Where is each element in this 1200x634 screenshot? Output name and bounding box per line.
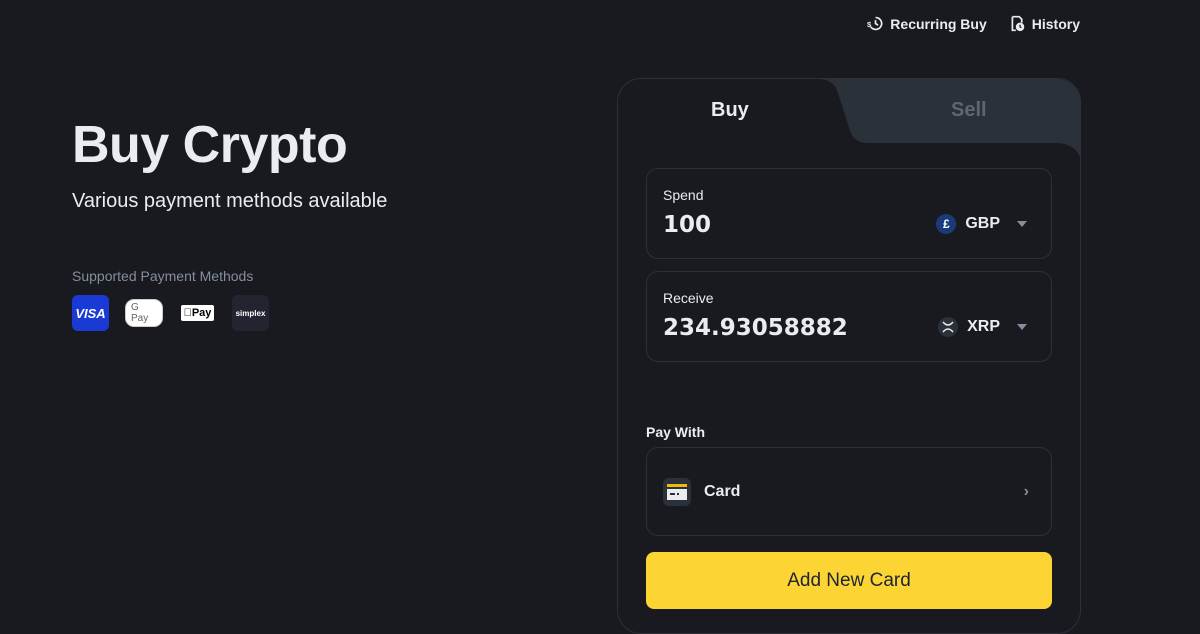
- tab-sell[interactable]: Sell: [951, 99, 987, 122]
- spend-label: Spend: [663, 187, 704, 203]
- payment-methods-list: VISA G Pay Pay simplex: [72, 295, 269, 331]
- caret-down-icon: [1017, 221, 1027, 227]
- receive-amount-input[interactable]: 234.93058882: [663, 315, 848, 341]
- spend-currency-select[interactable]: £ GBP: [936, 214, 1027, 234]
- recurring-buy-icon: $: [867, 16, 883, 31]
- caret-down-icon: [1017, 324, 1027, 330]
- credit-card-icon: [663, 478, 691, 506]
- gbp-icon: £: [936, 214, 957, 234]
- page-subtitle: Various payment methods available: [72, 190, 388, 212]
- page-title: Buy Crypto: [72, 116, 348, 174]
- simplex-logo-icon: simplex: [232, 295, 269, 331]
- visa-label: VISA: [75, 305, 106, 321]
- tab-bar: Buy Sell: [618, 79, 1080, 158]
- pay-with-card-option[interactable]: Card ›: [646, 447, 1052, 536]
- visa-logo-icon: VISA: [72, 295, 109, 331]
- pay-method-label: Card: [704, 483, 741, 500]
- add-new-card-button[interactable]: Add New Card: [646, 552, 1052, 609]
- history-link[interactable]: History: [1009, 15, 1080, 32]
- history-label: History: [1031, 15, 1080, 32]
- apple-pay-logo-icon: Pay: [179, 295, 216, 331]
- hero: Buy Crypto Various payment methods avail…: [72, 112, 387, 213]
- receive-currency-select[interactable]: XRP: [938, 317, 1027, 337]
- receive-label: Receive: [663, 290, 714, 306]
- spend-field[interactable]: Spend 100 £ GBP: [646, 168, 1052, 259]
- spend-amount-input[interactable]: 100: [663, 212, 711, 238]
- simplex-label: simplex: [235, 308, 266, 318]
- pay-with-label: Pay With: [646, 424, 705, 440]
- receive-field[interactable]: Receive 234.93058882 XRP: [646, 271, 1052, 362]
- sell-tab-background: [818, 79, 1080, 158]
- google-pay-label: G Pay: [125, 299, 163, 327]
- xrp-icon: [938, 317, 959, 337]
- google-pay-logo-icon: G Pay: [125, 295, 163, 331]
- tab-buy[interactable]: Buy: [711, 99, 749, 122]
- top-links: $ Recurring Buy History: [867, 15, 1080, 32]
- history-icon: [1011, 15, 1025, 32]
- payment-methods-label: Supported Payment Methods: [72, 268, 254, 284]
- receive-currency-code: XRP: [967, 318, 1000, 335]
- chevron-right-icon: ›: [1023, 483, 1029, 500]
- apple-pay-label: Pay: [180, 305, 215, 321]
- recurring-buy-link[interactable]: $ Recurring Buy: [867, 15, 986, 32]
- recurring-buy-label: Recurring Buy: [890, 15, 987, 32]
- spend-currency-code: GBP: [965, 215, 1000, 232]
- buy-sell-panel: Buy Sell Spend 100 £ GBP Receive 234.930…: [617, 78, 1081, 634]
